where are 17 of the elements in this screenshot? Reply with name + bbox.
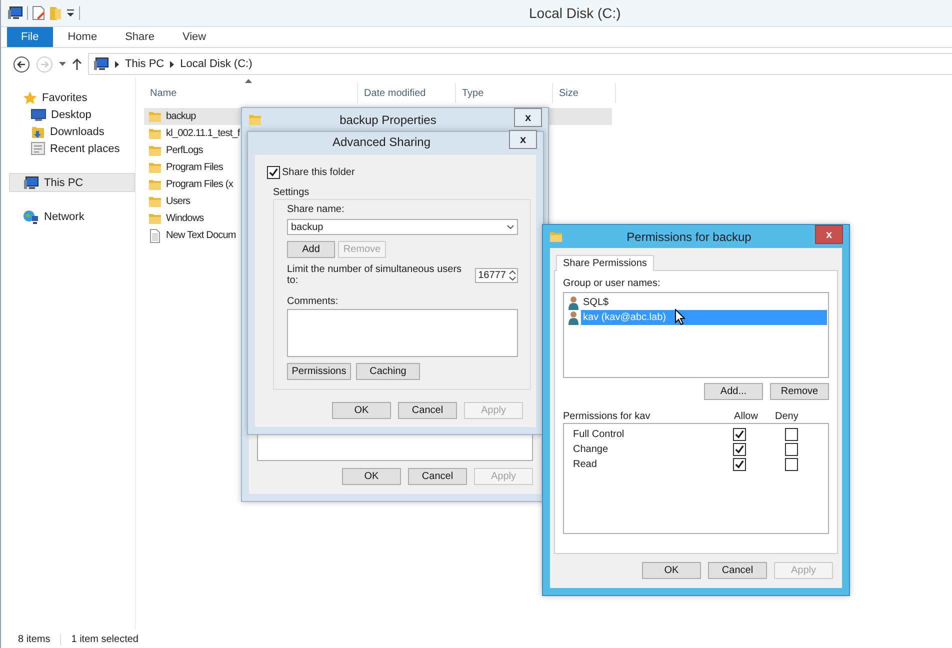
list-label: Permissions for kav bbox=[563, 411, 652, 422]
group-label: Settings bbox=[273, 187, 310, 198]
field-label: Comments: bbox=[287, 296, 340, 307]
permission-name: Change bbox=[572, 444, 610, 455]
permission-name: Read bbox=[572, 459, 598, 470]
list-label: Group or user names: bbox=[563, 278, 662, 289]
limit-label: Limit the number of simultaneous users to: bbox=[287, 264, 463, 286]
column-header: Allow bbox=[734, 411, 758, 422]
dialog-title: Advanced Sharing bbox=[331, 134, 432, 148]
dialog-title: backup Properties bbox=[338, 112, 438, 126]
field-label: Share name: bbox=[287, 204, 346, 215]
column-header: Deny bbox=[774, 411, 798, 422]
item-count: 8 items bbox=[18, 634, 50, 644]
permission-name: Full Control bbox=[572, 429, 626, 440]
selection-count: 1 item selected bbox=[71, 634, 138, 644]
window-title: Local Disk (C:) bbox=[529, 5, 621, 21]
dialog-title: Permissions for backup bbox=[626, 230, 752, 244]
